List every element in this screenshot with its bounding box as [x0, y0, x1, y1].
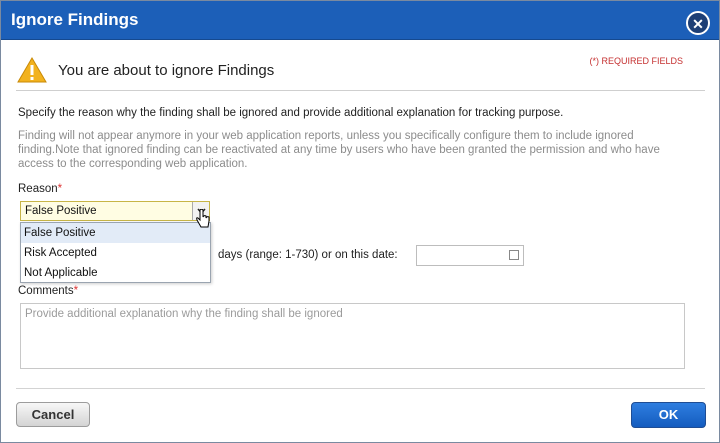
reason-option-risk-accepted[interactable]: Risk Accepted — [21, 243, 210, 263]
reason-select[interactable]: False Positive — [20, 201, 210, 221]
calendar-icon[interactable] — [509, 250, 519, 260]
ok-button[interactable]: OK — [631, 402, 706, 428]
comments-label-text: Comments — [18, 285, 74, 297]
divider — [16, 90, 705, 91]
close-icon[interactable]: ✕ — [686, 11, 710, 35]
reason-label: Reason* — [18, 183, 62, 195]
required-star: * — [73, 285, 79, 297]
note-text: Finding will not appear anymore in your … — [18, 130, 660, 170]
dialog-title: Ignore Findings — [11, 10, 139, 29]
reason-option-not-applicable[interactable]: Not Applicable — [21, 263, 210, 283]
reason-dropdown-list: False Positive Risk Accepted Not Applica… — [20, 222, 211, 283]
required-fields-note: (*) REQUIRED FIELDS — [589, 56, 683, 66]
expiry-days-text: days (range: 1-730) or on this date: — [218, 249, 398, 261]
warning-icon — [17, 57, 47, 83]
hand-cursor-icon — [196, 209, 210, 228]
reason-select-value: False Positive — [25, 205, 97, 217]
comments-label: Comments* — [18, 285, 78, 297]
dialog-titlebar: Ignore Findings ✕ — [1, 1, 719, 40]
dialog-heading: You are about to ignore Findings — [58, 62, 275, 79]
cancel-button[interactable]: Cancel — [16, 402, 90, 427]
reason-option-false-positive[interactable]: False Positive — [21, 223, 210, 243]
expiry-date-input[interactable] — [416, 245, 524, 266]
comments-textarea[interactable]: Provide additional explanation why the f… — [20, 303, 685, 369]
instructions-text: Specify the reason why the finding shall… — [18, 107, 564, 119]
divider — [16, 388, 705, 389]
reason-label-text: Reason — [18, 183, 58, 195]
required-star: * — [57, 183, 63, 195]
ignore-findings-dialog: Ignore Findings ✕ You are about to ignor… — [0, 0, 720, 443]
